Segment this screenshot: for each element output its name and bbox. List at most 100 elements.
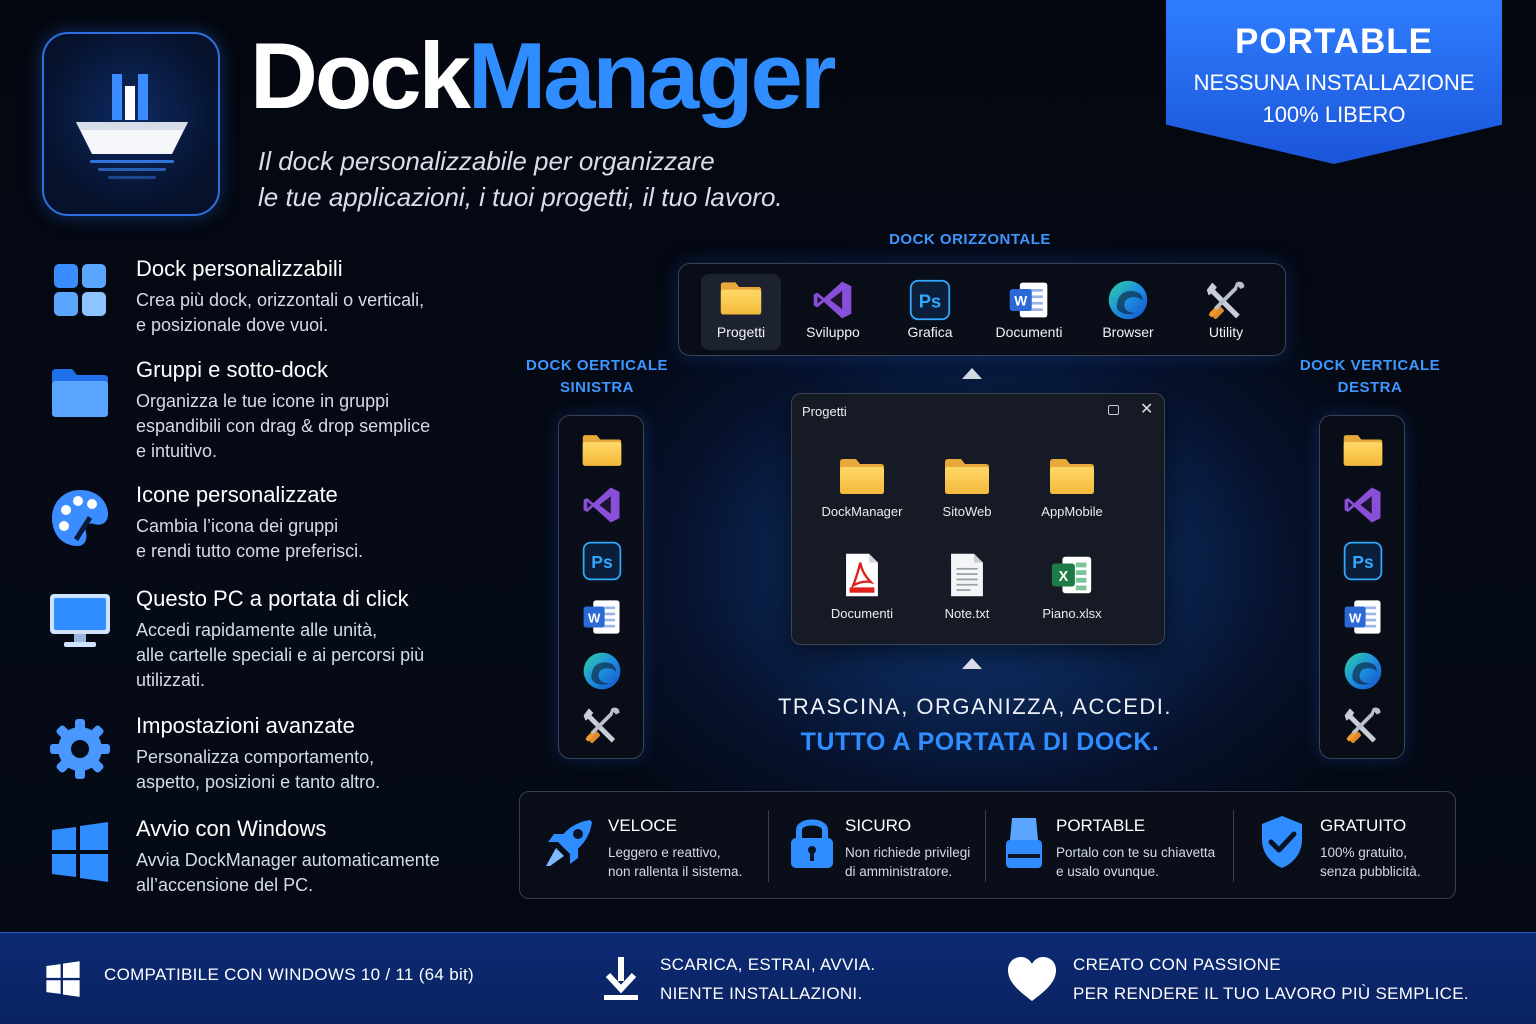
tools-icon [1204, 278, 1248, 322]
photoshop-icon[interactable] [581, 540, 623, 582]
tools-icon[interactable] [581, 704, 623, 746]
feature-desc-line: Accedi rapidamente alle unità, [136, 620, 378, 640]
close-icon[interactable]: ✕ [1140, 399, 1153, 419]
feature-title: Icone personalizzate [136, 482, 338, 507]
passion-text: CREATO CON PASSIONE PER RENDERE IL TUO L… [1073, 950, 1469, 1008]
footer-passion: CREATO CON PASSIONE PER RENDERE IL TUO L… [990, 933, 1530, 1024]
dock-item-label: Browser [1102, 324, 1154, 340]
footer-download: SCARICA, ESTRAI, AVVIA. NIENTE INSTALLAZ… [560, 933, 990, 1024]
file-label: DockManager [821, 504, 903, 519]
feature-desc-line: espandibili con drag & drop semplice [136, 416, 431, 436]
tagline-line-1: Il dock personalizzabile per organizzare [258, 146, 715, 176]
benefit-desc-line: Leggero e reattivo, [608, 845, 721, 860]
right-vertical-dock [1319, 415, 1405, 759]
benefit-description: Portalo con te su chiavetta e usalo ovun… [1056, 843, 1215, 881]
benefit-desc-line: di amministratore. [845, 864, 953, 879]
heart-icon [1008, 957, 1056, 1001]
footer-bar: COMPATIBILE CON WINDOWS 10 / 11 (64 bit)… [0, 932, 1536, 1024]
benefit-desc-line: e usalo ovunque. [1056, 864, 1159, 879]
folder-icon[interactable] [1342, 432, 1384, 468]
rocket-icon [546, 820, 592, 866]
left-vertical-dock [558, 415, 644, 759]
left-dock-label: DOCK OERTICALE SINISTRA [510, 355, 684, 399]
horizontal-dock: Progetti Sviluppo Grafica Documenti Brow… [678, 263, 1286, 356]
visual-studio-icon[interactable] [1342, 484, 1384, 526]
visual-studio-icon [811, 278, 855, 322]
gear-icon [50, 719, 110, 779]
dock-item-utility[interactable]: Utility [1186, 274, 1266, 350]
left-dock-label-line-1: DOCK OERTICALE [526, 357, 668, 374]
file-item[interactable]: DockManager [812, 456, 912, 519]
left-dock-label-line-2: SINISTRA [559, 379, 634, 396]
windows-logo-icon [52, 822, 108, 882]
feature-description: Accedi rapidamente alle unità, alle cart… [136, 618, 496, 693]
file-item[interactable]: Piano.xlsx [1022, 552, 1122, 621]
photoshop-icon [908, 278, 952, 322]
feature-questo-pc: Questo PC a portata di click Accedi rapi… [48, 586, 488, 690]
edge-icon[interactable] [1342, 650, 1384, 692]
benefits-bar: VELOCE Leggero e reattivo, non rallenta … [519, 791, 1456, 899]
footer-compatibility: COMPATIBILE CON WINDOWS 10 / 11 (64 bit) [0, 933, 560, 1024]
benefit-portable: PORTABLE Portalo con te su chiavetta e u… [986, 792, 1232, 900]
dock-item-documenti[interactable]: Documenti [989, 274, 1069, 350]
arrow-up-icon [962, 368, 982, 379]
feature-desc-line: utilizzati. [136, 670, 206, 690]
benefit-veloce: VELOCE Leggero e reattivo, non rallenta … [520, 792, 768, 900]
tagline-line-2: le tue applicazioni, i tuoi progetti, il… [258, 182, 783, 212]
dock-item-browser[interactable]: Browser [1088, 274, 1168, 350]
photoshop-icon[interactable] [1342, 540, 1384, 582]
tagline: Il dock personalizzabile per organizzare… [258, 143, 783, 215]
visual-studio-icon[interactable] [581, 484, 623, 526]
benefit-title: SICURO [845, 816, 912, 835]
feature-desc-line: alle cartelle speciali e ai percorsi più [136, 645, 425, 665]
folder-icon [943, 456, 991, 496]
edge-icon [1106, 278, 1150, 322]
file-label: Note.txt [944, 606, 990, 621]
windows-logo-icon [46, 961, 80, 997]
file-label: Piano.xlsx [1042, 606, 1102, 621]
brand-part-manager: Manager [467, 23, 837, 128]
window-title: Progetti [802, 404, 847, 419]
dock-item-grafica[interactable]: Grafica [890, 274, 970, 350]
benefit-gratuito: GRATUITO 100% gratuito, senza pubblicità… [1234, 792, 1456, 900]
benefit-desc-line: Non richiede privilegi [845, 845, 971, 860]
slogan-line-2: TUTTO A PORTATA DI DOCK. [800, 728, 1160, 756]
dock-item-sviluppo[interactable]: Sviluppo [793, 274, 873, 350]
benefit-description: 100% gratuito, senza pubblicità. [1320, 843, 1421, 881]
dock-item-label: Grafica [907, 324, 953, 340]
benefit-desc-line: non rallenta il sistema. [608, 864, 743, 879]
word-icon[interactable] [581, 596, 623, 638]
progetti-window: Progetti ✕ DockManager SitoWeb AppMobile… [791, 393, 1165, 645]
benefit-title: PORTABLE [1056, 816, 1146, 835]
dock-item-label: Documenti [995, 324, 1063, 340]
right-dock-label: DOCK VERTICALE DESTRA [1290, 355, 1450, 399]
ship-icon [76, 74, 188, 179]
dock-item-progetti[interactable]: Progetti [701, 274, 781, 350]
edge-icon[interactable] [581, 650, 623, 692]
file-item[interactable]: SitoWeb [917, 456, 1017, 519]
excel-icon [1049, 552, 1095, 598]
download-icon [604, 957, 638, 1000]
slogan-line-1: TRASCINA, ORGANIZZA, ACCEDI. [777, 694, 1173, 719]
tools-icon[interactable] [1342, 704, 1384, 746]
arrow-up-icon [962, 658, 982, 669]
feature-desc-line: Organizza le tue icone in gruppi [136, 391, 390, 411]
feature-description: Cambia l’icona dei gruppi e rendi tutto … [136, 514, 496, 564]
feature-title: Gruppi e sotto-dock [136, 357, 328, 382]
feature-desc-line: Cambia l’icona dei gruppi [136, 516, 339, 536]
feature-desc-line: Crea più dock, orizzontali o verticali, [136, 290, 425, 310]
file-item[interactable]: Note.txt [917, 552, 1017, 621]
file-label: Documenti [830, 606, 894, 621]
feature-desc-line: e posizionale dove vuoi. [136, 315, 329, 335]
file-item[interactable]: AppMobile [1022, 456, 1122, 519]
lock-icon [791, 819, 833, 868]
folder-icon[interactable] [581, 432, 623, 468]
word-icon[interactable] [1342, 596, 1384, 638]
compatibility-text: COMPATIBILE CON WINDOWS 10 / 11 (64 bit) [104, 965, 475, 984]
passion-line-2: PER RENDERE IL TUO LAVORO PIÙ SEMPLICE. [1073, 984, 1469, 1003]
dock-item-label: Progetti [716, 324, 766, 340]
maximize-icon[interactable] [1108, 405, 1119, 415]
benefit-desc-line: senza pubblicità. [1320, 864, 1421, 879]
file-item[interactable]: Documenti [812, 552, 912, 621]
right-dock-label-line-1: DOCK VERTICALE [1299, 357, 1441, 374]
